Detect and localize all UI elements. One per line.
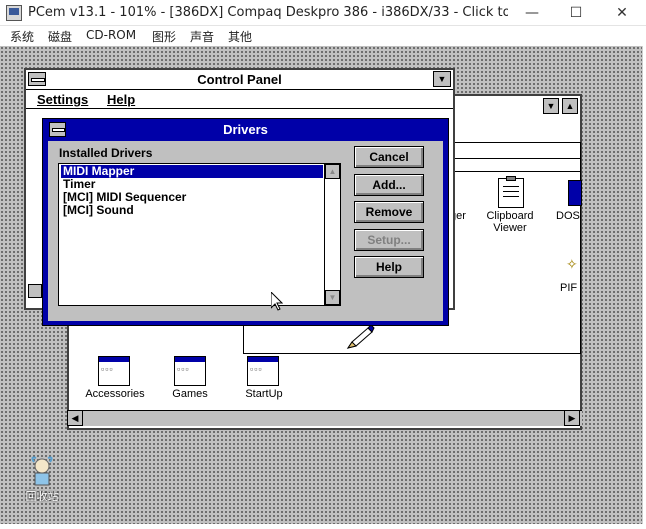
menu-help[interactable]: Help <box>107 92 135 107</box>
recycle-bin-label: 回收站 <box>25 491 59 503</box>
menu-settings[interactable]: Settings <box>37 92 88 107</box>
close-button[interactable]: ✕ <box>600 0 644 26</box>
recycle-bin-icon[interactable] <box>26 454 60 488</box>
setup-button[interactable]: Setup... <box>354 229 424 251</box>
clipboard-viewer-label: Clipboard Viewer <box>486 210 534 234</box>
menu-cdrom[interactable]: CD-ROM <box>86 28 136 42</box>
dos-prompt-icon[interactable] <box>568 180 582 206</box>
minimize-button[interactable]: — <box>510 0 554 26</box>
add-button[interactable]: Add... <box>354 174 424 196</box>
pif-editor-icon[interactable]: ✧ <box>566 256 580 276</box>
host-titlebar: PCem v13.1 - 101% - [386DX] Compaq Deskp… <box>0 0 646 26</box>
games-label: Games <box>172 388 208 400</box>
pm-hscrollbar[interactable] <box>67 410 582 426</box>
accessories-group-icon[interactable] <box>98 356 130 386</box>
installed-drivers-label: Installed Drivers <box>59 146 153 160</box>
control-panel-title: Control Panel <box>197 72 282 87</box>
remove-button[interactable]: Remove <box>354 201 424 223</box>
help-button[interactable]: Help <box>354 256 424 278</box>
pm-maximize-icon[interactable]: ▲ <box>562 98 578 114</box>
menu-other[interactable]: 其他 <box>228 28 252 45</box>
host-menubar: 系统 磁盘 CD-ROM 图形 声音 其他 <box>0 26 646 46</box>
pm-minimize-icon[interactable]: ▼ <box>543 98 559 114</box>
menu-disk[interactable]: 磁盘 <box>48 28 72 45</box>
cancel-button[interactable]: Cancel <box>354 146 424 168</box>
scroll-down-icon[interactable]: ▼ <box>325 290 340 305</box>
control-panel-menubar: Settings Help <box>26 91 453 109</box>
pen-icon[interactable] <box>344 324 378 352</box>
host-window-title: PCem v13.1 - 101% - [386DX] Compaq Deskp… <box>28 5 508 20</box>
emulated-screen: ▼ ▲ ◀ ▶ Clipboard Viewer DOS ger ✧ PIF A… <box>0 46 643 524</box>
startup-label: StartUp <box>245 388 283 400</box>
dos-label: DOS <box>556 210 580 222</box>
drivers-titlebar: Drivers <box>45 121 446 139</box>
control-panel-minimize-icon[interactable]: ▼ <box>433 71 451 87</box>
drivers-body: Installed Drivers MIDI Mapper Timer [MCI… <box>48 141 443 321</box>
drivers-dialog: Drivers Installed Drivers MIDI Mapper Ti… <box>42 118 449 326</box>
games-group-icon[interactable] <box>174 356 206 386</box>
drivers-list-scrollbar[interactable]: ▲ ▼ <box>324 164 340 305</box>
drivers-title: Drivers <box>223 122 268 137</box>
menu-system[interactable]: 系统 <box>10 28 34 45</box>
menu-graphics[interactable]: 图形 <box>152 28 176 45</box>
list-item[interactable]: MIDI Mapper <box>60 164 324 179</box>
menu-sound[interactable]: 声音 <box>190 28 214 45</box>
scroll-up-icon[interactable]: ▲ <box>325 164 340 179</box>
control-panel-scroll-icon[interactable] <box>28 284 42 298</box>
control-panel-titlebar: Control Panel ▼ <box>26 70 453 90</box>
installed-drivers-list[interactable]: MIDI Mapper Timer [MCI] MIDI Sequencer [… <box>58 163 341 306</box>
accessories-label: Accessories <box>85 388 145 400</box>
scroll-left-icon[interactable]: ◀ <box>67 410 83 426</box>
mouse-cursor-icon <box>271 292 283 311</box>
maximize-button[interactable]: ☐ <box>554 0 598 26</box>
pif-label: PIF <box>560 282 578 294</box>
clipboard-icon[interactable] <box>498 176 524 208</box>
main-group-titlebar <box>449 158 581 172</box>
pcem-app-icon <box>6 5 22 21</box>
list-item[interactable]: [MCI] Sound <box>61 204 136 217</box>
startup-group-icon[interactable] <box>247 356 279 386</box>
scroll-right-icon[interactable]: ▶ <box>564 410 580 426</box>
